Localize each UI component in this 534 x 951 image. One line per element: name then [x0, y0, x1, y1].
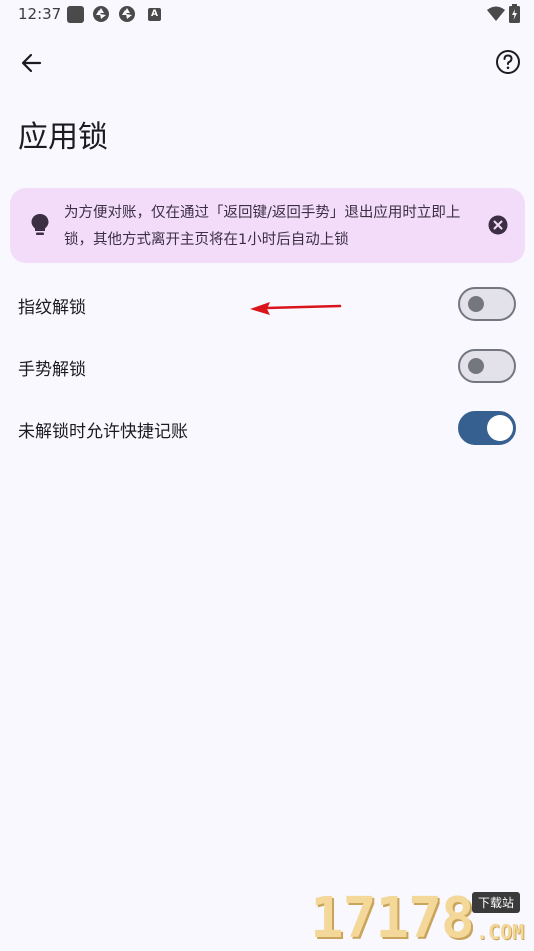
fingerprint-unlock-label: 指纹解锁 [18, 298, 86, 318]
switch-thumb [468, 296, 484, 312]
watermark-badge: 下载站 [472, 892, 521, 913]
aperture-icon [93, 6, 109, 22]
site-watermark-logo: 17178 下载站 .COM [310, 888, 532, 950]
help-button[interactable] [494, 48, 522, 76]
aperture-icon-2 [119, 6, 135, 22]
gesture-unlock-switch[interactable] [458, 349, 516, 383]
tip-text: 为方便对账，仅在通过「返回键/返回手势」退出应用时立即上锁，其他方式离开主页将在… [64, 205, 461, 248]
info-tip-card: 为方便对账，仅在通过「返回键/返回手势」退出应用时立即上锁，其他方式离开主页将在… [10, 188, 525, 263]
notification-icons: A [67, 5, 161, 23]
gesture-unlock-label: 手势解锁 [18, 360, 86, 380]
a-badge-icon: A [148, 7, 161, 21]
status-bar: 12:37 A [0, 0, 534, 30]
wifi-icon [487, 6, 505, 21]
quick-record-switch[interactable] [458, 411, 516, 445]
help-circle-icon [496, 50, 520, 74]
setting-row-gesture[interactable]: 手势解锁 [0, 335, 534, 397]
close-tip-button[interactable] [488, 215, 508, 235]
switch-thumb [468, 358, 484, 374]
app-notification-icon [67, 5, 84, 23]
switch-thumb [487, 415, 513, 441]
annotation-arrow [250, 302, 342, 315]
quick-record-label: 未解锁时允许快捷记账 [18, 422, 188, 442]
page-title: 应用锁 [18, 120, 108, 155]
watermark-suffix: .COM [476, 920, 525, 944]
system-icons [487, 4, 520, 23]
fingerprint-unlock-switch[interactable] [458, 287, 516, 321]
status-time: 12:37 [18, 5, 62, 23]
setting-row-quick-record[interactable]: 未解锁时允许快捷记账 [0, 397, 534, 459]
lightbulb-icon [31, 214, 49, 235]
back-button[interactable] [16, 48, 46, 78]
arrow-back-icon [21, 53, 42, 73]
watermark-digits: 17178 [310, 886, 475, 951]
battery-icon [509, 4, 520, 23]
